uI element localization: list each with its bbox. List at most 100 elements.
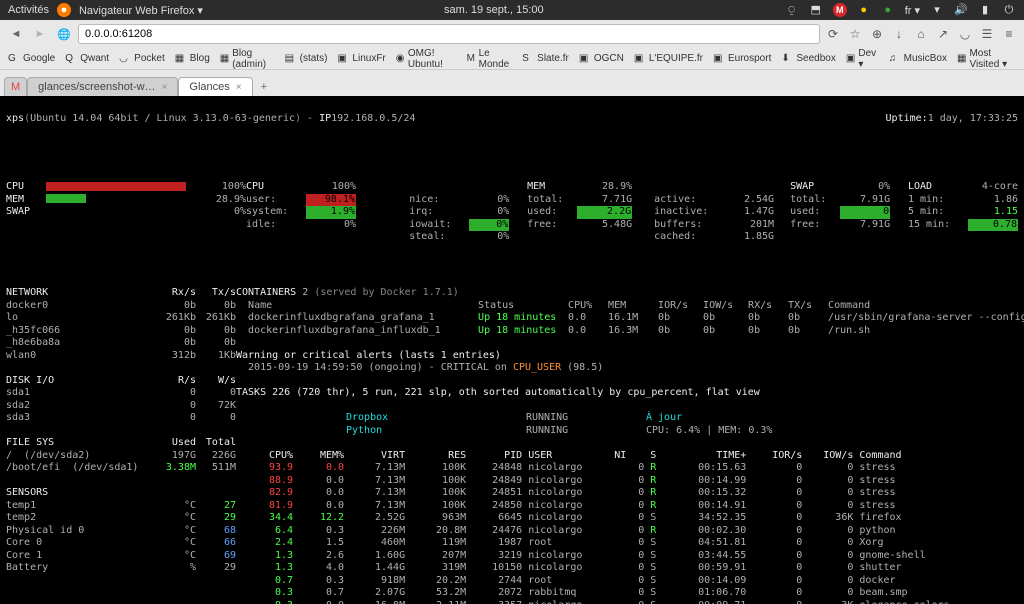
- bookmark-label: Qwant: [80, 53, 109, 64]
- bookmark-label: Le Monde: [479, 48, 513, 70]
- bookmark-linuxfr[interactable]: ▣LinuxFr: [337, 53, 385, 65]
- battery-icon[interactable]: ▮: [978, 3, 992, 17]
- bookmark-omgubuntu[interactable]: ◉OMG! Ubuntu!: [396, 48, 457, 70]
- bookmark-icon: ⬇: [781, 53, 793, 65]
- bookmark-musicbox[interactable]: ♫MusicBox: [889, 53, 947, 65]
- network-row: wlan0312b1Kb: [6, 350, 236, 363]
- cpu-header: CPU100%: [246, 181, 409, 194]
- close-icon[interactable]: ×: [236, 82, 242, 93]
- process-row: 0.3 0.7 2.07G 53.2M 2072 rabbitmq 0 S 01…: [236, 587, 1024, 600]
- activities-button[interactable]: Activités: [8, 4, 49, 16]
- mem-header: MEM28.9%: [527, 181, 654, 194]
- bookmark-lequipefr[interactable]: ▣L'EQUIPE.fr: [634, 53, 703, 65]
- quick-mem: MEM28.9%: [6, 194, 246, 207]
- tasks-summary: TASKS 226 (720 thr), 5 run, 221 slp, oth…: [236, 387, 1024, 400]
- mem-row: cached:1.85G: [654, 231, 790, 244]
- disk-header: DISK I/OR/sW/s: [6, 375, 236, 388]
- bookmark-pocket[interactable]: ◡Pocket: [119, 53, 165, 65]
- bookmark-label: Eurosport: [728, 53, 771, 64]
- bookmark-label: Blog (admin): [232, 48, 274, 70]
- bookmark-icon: Q: [65, 53, 77, 65]
- forward-button[interactable]: ►: [30, 24, 50, 44]
- share-icon[interactable]: ↗: [934, 25, 952, 43]
- alerts-header: Warning or critical alerts (lasts 1 entr…: [236, 350, 1024, 363]
- network-row: _h8e6ba8a0b0b: [6, 337, 236, 350]
- bookmark-mostvisited[interactable]: ▦Most Visited ▾: [957, 48, 1016, 70]
- dropbox-icon[interactable]: ⬒: [809, 3, 823, 17]
- download-icon[interactable]: ↓: [890, 25, 908, 43]
- process-row: 1.3 4.0 1.44G 319M 10150 nicolargo 0 S 0…: [236, 562, 1024, 575]
- indicator2-icon[interactable]: ●: [881, 3, 895, 17]
- bookmark-google[interactable]: GGoogle: [8, 53, 55, 65]
- bookmark-ogcn[interactable]: ▣OGCN: [579, 53, 624, 65]
- bookmark-eurosport[interactable]: ▣Eurosport: [713, 53, 771, 65]
- alert-row: 2015-09-19 14:59:50 (ongoing) - CRITICAL…: [236, 362, 1024, 375]
- cpu-row: iowait:0%: [409, 219, 527, 232]
- bookmark-qwant[interactable]: QQwant: [65, 53, 109, 65]
- clock[interactable]: sam. 19 sept., 15:00: [203, 4, 785, 16]
- bookmark-icon: ▣: [634, 53, 646, 65]
- volume-icon[interactable]: 🔊: [954, 3, 968, 17]
- bookmark-seedbox[interactable]: ⬇Seedbox: [781, 53, 835, 65]
- menu-button[interactable]: ≡: [1000, 25, 1018, 43]
- wifi-icon[interactable]: ▾: [930, 3, 944, 17]
- sensors-header: SENSORS: [6, 487, 236, 500]
- sensors-row: Physical id 0°C68: [6, 525, 236, 538]
- star-icon[interactable]: ☆: [846, 25, 864, 43]
- bookmark-dev[interactable]: ▣Dev ▾: [846, 48, 879, 70]
- network-row: lo261Kb261Kb: [6, 312, 236, 325]
- home-button[interactable]: ⌂: [912, 25, 930, 43]
- mem-row: total:7.71G: [527, 194, 654, 207]
- language-indicator[interactable]: fr ▾: [905, 4, 920, 17]
- process-row: 82.9 0.0 7.13M 100K 24851 nicolargo 0 R …: [236, 487, 1024, 500]
- process-row: 0.7 0.3 918M 20.2M 2744 root 0 S 00:14.0…: [236, 575, 1024, 588]
- bookmark-lemonde[interactable]: MLe Monde: [467, 48, 513, 70]
- tab-gmail[interactable]: M: [4, 77, 27, 96]
- mem-row: free:5.48G: [527, 219, 654, 232]
- url-input[interactable]: [78, 24, 820, 44]
- swap-row: free:7.91G: [790, 219, 908, 232]
- swap-row: used:0: [790, 206, 908, 219]
- bookmark-blogadmin[interactable]: ▦Blog (admin): [220, 48, 275, 70]
- mem-row: used:2.2G: [527, 206, 654, 219]
- process-header: CPU% MEM% VIRT RES PID USER NI S TIME+ I…: [236, 450, 1024, 463]
- mem-row: active:2.54G: [654, 194, 790, 207]
- mega-icon[interactable]: M: [833, 3, 847, 17]
- process-row: 1.3 2.6 1.60G 207M 3219 nicolargo 0 S 03…: [236, 550, 1024, 563]
- bookmark-icon: ▣: [846, 53, 856, 65]
- bookmark-icon: ▦: [957, 53, 966, 65]
- new-tab-button[interactable]: +: [253, 78, 275, 96]
- tab-strip: M glances/screenshot-w…×Glances× +: [0, 70, 1024, 96]
- bookmark-blog[interactable]: ▦Blog: [175, 53, 210, 65]
- bookmark-label: Pocket: [134, 53, 165, 64]
- process-row: 93.9 0.0 7.13M 100K 24848 nicolargo 0 R …: [236, 462, 1024, 475]
- sensors-row: Battery%29: [6, 562, 236, 575]
- close-icon[interactable]: ×: [162, 82, 168, 93]
- bookmark-slatefr[interactable]: SSlate.fr: [522, 53, 569, 65]
- bookmark-icon: ▦: [175, 53, 187, 65]
- process-row: 34.4 12.2 2.52G 963M 6645 nicolargo 0 S …: [236, 512, 1024, 525]
- fs-row: /boot/efi (/dev/sda1)3.38M511M: [6, 462, 236, 475]
- tab[interactable]: glances/screenshot-w…×: [27, 77, 178, 96]
- reload-button[interactable]: ⟳: [824, 25, 842, 43]
- bookmark-stats[interactable]: ▤(stats): [285, 53, 328, 65]
- indicator-icon[interactable]: ●: [857, 3, 871, 17]
- back-button[interactable]: ◄: [6, 24, 26, 44]
- firefox-icon: ●: [57, 3, 71, 17]
- bookmark-icon: ◉: [396, 53, 405, 65]
- pocket-icon[interactable]: ◡: [956, 25, 974, 43]
- bookmark-icon: ▦: [220, 53, 229, 65]
- glances-terminal: xps (Ubuntu 14.04 64bit / Linux 3.13.0-6…: [0, 96, 1024, 604]
- bookmark-icon: ▤: [285, 53, 297, 65]
- universal-access-icon[interactable]: ⍜: [785, 3, 799, 17]
- tab[interactable]: Glances×: [178, 77, 252, 96]
- power-icon[interactable]: ⏻: [1002, 3, 1016, 17]
- sensors-row: Core 1°C69: [6, 550, 236, 563]
- sensors-row: temp1°C27: [6, 500, 236, 513]
- history-icon[interactable]: ⊕: [868, 25, 886, 43]
- app-menu[interactable]: Navigateur Web Firefox ▾: [79, 4, 203, 17]
- bookmark-label: (stats): [300, 53, 328, 64]
- feed-icon[interactable]: ☰: [978, 25, 996, 43]
- bookmark-label: Slate.fr: [537, 53, 569, 64]
- sensors-row: temp2°C29: [6, 512, 236, 525]
